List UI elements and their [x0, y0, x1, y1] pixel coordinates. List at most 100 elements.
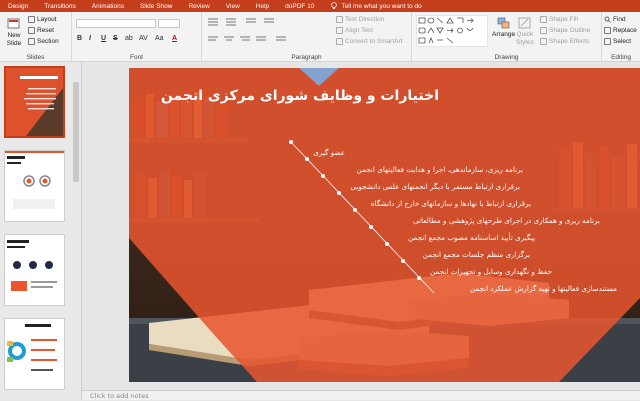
list-item: حفظ و نگهداری وسایل و تجهیزات انجمن	[430, 267, 552, 276]
char-spacing-button[interactable]: AV	[139, 35, 148, 42]
align-text-label: Align Text	[345, 27, 374, 34]
convert-smartart-label: Convert to SmartArt	[345, 38, 403, 45]
thumbnail-preview-image	[5, 319, 64, 389]
tab-animations[interactable]: Animations	[84, 3, 132, 10]
text-direction-icon	[336, 16, 343, 23]
underline-button[interactable]: U	[101, 35, 106, 42]
shape-effects-button[interactable]: Shape Effects	[540, 38, 589, 45]
font-group-label: Font	[129, 54, 143, 61]
tell-me-box[interactable]: Tell me what you want to do	[330, 2, 422, 10]
bold-button[interactable]: B	[77, 35, 82, 42]
section-button[interactable]: Section	[28, 38, 59, 45]
text-direction-button[interactable]: Text Direction	[336, 16, 384, 23]
slide-thumbnail[interactable]	[4, 318, 65, 390]
effects-icon	[540, 38, 547, 45]
lightbulb-icon	[331, 2, 338, 9]
list-item: پیگیری تأیید اساسنامه مصوب مجمع انجمن	[407, 233, 535, 242]
arrange-label: Arrange	[492, 31, 516, 38]
shape-effects-label: Shape Effects	[549, 38, 590, 45]
font-name-combo[interactable]	[76, 19, 156, 28]
tab-dopdf[interactable]: doPDF 10	[277, 3, 322, 10]
new-slide-label-2: Slide	[6, 40, 22, 47]
shapes-gallery[interactable]	[416, 15, 488, 47]
paragraph-group: Text Direction Align Text Convert to Sma…	[202, 12, 412, 62]
search-icon	[604, 16, 611, 23]
reset-button[interactable]: Reset	[28, 27, 54, 34]
align-text-button[interactable]: Align Text	[336, 27, 373, 34]
quick-styles-button[interactable]: Quick Styles	[516, 17, 534, 46]
drawing-group-label: Drawing	[494, 54, 519, 61]
thumbnail-preview-image	[5, 235, 64, 305]
pen-icon	[540, 27, 547, 34]
shape-fill-label: Shape Fill	[549, 16, 578, 23]
thumbnail-scrollbar[interactable]	[73, 82, 79, 182]
find-button[interactable]: Find	[604, 16, 626, 23]
bullet-list[interactable]: عضو گیری برنامه ریزی، سازماندهی، اجرا و …	[129, 68, 640, 382]
layout-button[interactable]: Layout	[28, 16, 57, 23]
list-item: برقراری ارتباط با نهادها و سازمانهای خار…	[370, 199, 531, 208]
paragraph-format-icons[interactable]	[206, 16, 336, 46]
find-label: Find	[613, 16, 626, 23]
layout-label: Layout	[37, 16, 57, 23]
replace-icon	[604, 27, 611, 34]
quick-styles-label: Quick	[516, 31, 534, 38]
notes-pane[interactable]: Click to add notes	[82, 390, 640, 400]
tab-design[interactable]: Design	[0, 3, 36, 10]
thumbnail-preview-image	[6, 68, 63, 136]
slide-thumbnail[interactable]	[4, 234, 65, 306]
slide-thumbnail[interactable]	[4, 150, 65, 222]
slide-thumbnail[interactable]	[4, 66, 65, 138]
tab-slide-show[interactable]: Slide Show	[132, 3, 181, 10]
slides-group: New Slide Layout Reset Section Slides	[0, 12, 72, 62]
new-slide-icon	[7, 18, 20, 29]
slide-thumbnail-pane	[0, 62, 82, 400]
list-item: عضو گیری	[313, 148, 345, 157]
italic-button[interactable]: I	[89, 35, 91, 42]
smartart-icon	[336, 38, 343, 45]
list-item: برنامه ریزی و همکاری در اجرای طرحهای پژو…	[413, 216, 600, 225]
section-icon	[28, 38, 35, 45]
ribbon: New Slide Layout Reset Section Slides B …	[0, 12, 640, 62]
replace-label: Replace	[613, 27, 637, 34]
slides-group-label: Slides	[26, 54, 45, 61]
editing-group: Find Replace Select Editing	[602, 12, 640, 62]
reset-icon	[28, 27, 35, 34]
select-label: Select	[613, 38, 632, 45]
strikethrough-button[interactable]: S	[113, 35, 118, 42]
list-item: برنامه ریزی، سازماندهی، اجرا و هدایت فعا…	[356, 165, 523, 174]
quick-styles-label-2: Styles	[516, 39, 534, 46]
arrange-button[interactable]: Arrange	[492, 17, 515, 38]
list-item: برگزاری منظم جلسات مجمع انجمن	[422, 250, 530, 259]
tab-review[interactable]: Review	[180, 3, 217, 10]
shape-fill-button[interactable]: Shape Fill	[540, 16, 578, 23]
new-slide-label: New	[7, 32, 21, 39]
editing-group-label: Editing	[611, 54, 631, 61]
quick-styles-icon	[518, 17, 531, 29]
slide-canvas[interactable]: اختیارات و وظایف شورای مرکزی انجمن عضو گ…	[129, 68, 640, 382]
arrange-icon	[497, 17, 509, 29]
convert-smartart-button[interactable]: Convert to SmartArt	[336, 38, 402, 45]
list-item: مستندسازی فعالیتها و تهیه گزارش عملکرد ا…	[469, 284, 617, 293]
tab-view[interactable]: View	[218, 3, 248, 10]
shape-outline-button[interactable]: Shape Outline	[540, 27, 590, 34]
shape-outline-label: Shape Outline	[549, 27, 591, 34]
reset-label: Reset	[37, 27, 54, 34]
subscript-button[interactable]: ab	[125, 35, 133, 42]
select-icon	[604, 38, 611, 45]
list-item: برقراری ارتباط مستمر با دیگر انجمنهای عل…	[350, 182, 520, 191]
layout-icon	[28, 16, 35, 23]
font-color-button[interactable]: A	[172, 35, 177, 42]
font-group: B I U S ab AV Aa A Font	[72, 12, 202, 62]
change-case-button[interactable]: Aa	[155, 35, 164, 42]
paint-bucket-icon	[540, 16, 547, 23]
tab-transitions[interactable]: Transitions	[36, 3, 84, 10]
text-direction-label: Text Direction	[345, 16, 385, 23]
font-size-combo[interactable]	[158, 19, 180, 28]
new-slide-button[interactable]: New Slide	[3, 17, 25, 47]
thumbnail-preview-image	[5, 151, 64, 221]
tab-help[interactable]: Help	[248, 3, 277, 10]
replace-button[interactable]: Replace	[604, 27, 637, 34]
select-button[interactable]: Select	[604, 38, 631, 45]
align-text-icon	[336, 27, 343, 34]
tell-me-text: Tell me what you want to do	[341, 2, 422, 10]
